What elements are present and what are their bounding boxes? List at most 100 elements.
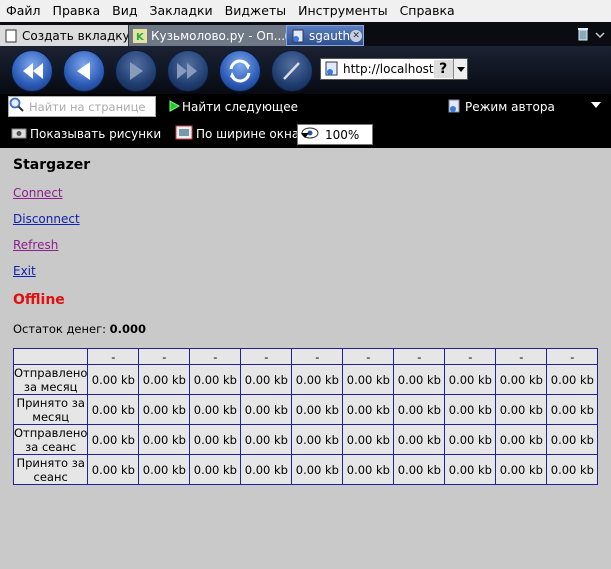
balance-value: 0.000 [109, 322, 147, 336]
forward-button[interactable] [115, 50, 157, 92]
play-arrow-icon [168, 99, 181, 115]
menu-tools[interactable]: Инструменты [292, 0, 393, 22]
table-cell: 0.00 kb [546, 424, 599, 455]
table-cell: 0.00 kb [444, 454, 497, 485]
table-row: Отправлено за сеанс 0.00 kb 0.00 kb 0.00 … [12, 424, 599, 455]
table-cell: 0.00 kb [87, 424, 140, 455]
address-dropdown-button[interactable] [452, 59, 467, 79]
tab-bar: Создать вкладку K Кузьмолово.ру - Оп... … [0, 22, 611, 46]
table-cell: 0.00 kb [240, 394, 293, 425]
table-cell: 0.00 kb [444, 394, 497, 425]
site-favicon-icon: K [133, 28, 147, 43]
table-cell: 0.00 kb [342, 394, 395, 425]
table-cell: 0.00 kb [495, 454, 548, 485]
table-cell: 0.00 kb [240, 454, 293, 485]
findbar-menu-chevron-icon[interactable] [590, 101, 602, 109]
reload-button[interactable] [219, 50, 261, 92]
menu-view[interactable]: Вид [106, 0, 143, 22]
table-corner-cell [12, 348, 89, 365]
row-label-line: сеанс [33, 469, 68, 484]
table-cell: 0.00 kb [138, 364, 191, 395]
table-cell: 0.00 kb [189, 394, 242, 425]
trash-icon[interactable] [577, 27, 589, 44]
author-mode-icon [448, 99, 462, 116]
table-cell: 0.00 kb [291, 454, 344, 485]
disconnect-link[interactable]: Disconnect [13, 212, 80, 226]
site-info-button[interactable]: ? [433, 60, 453, 78]
tab-label: sgauth [309, 28, 351, 43]
menu-widgets[interactable]: Виджеты [219, 0, 292, 22]
back-button[interactable] [63, 50, 105, 92]
fit-width-label: По ширине окна [196, 127, 300, 141]
refresh-link[interactable]: Refresh [13, 238, 58, 252]
connect-link[interactable]: Connect [13, 186, 63, 200]
address-bar[interactable]: http://localhost ? [320, 58, 468, 80]
new-tab-label: Создать вкладку [22, 28, 128, 43]
table-row: Принято за месяц 0.00 kb 0.00 kb 0.00 kb … [12, 394, 599, 425]
table-header: - [240, 348, 293, 365]
exit-link[interactable]: Exit [13, 264, 36, 278]
find-next-button[interactable]: Найти следующее [168, 97, 298, 117]
table-cell: 0.00 kb [291, 394, 344, 425]
table-cell: 0.00 kb [138, 394, 191, 425]
zoom-select[interactable]: 100% [297, 124, 373, 145]
row-label-line: Отправлено [14, 365, 88, 380]
menu-help[interactable]: Справка [394, 0, 461, 22]
close-tab-icon[interactable]: ✕ [350, 29, 363, 42]
table-cell: 0.00 kb [240, 424, 293, 455]
table-cell: 0.00 kb [342, 364, 395, 395]
fit-width-icon [175, 125, 193, 144]
row-label-line: месяц [32, 409, 70, 424]
author-mode-label: Режим автора [465, 100, 555, 114]
table-header: - [189, 348, 242, 365]
row-label: Отправлено за месяц [12, 364, 89, 395]
page-title: Stargazer [13, 157, 91, 173]
svg-text:K: K [136, 32, 145, 43]
find-next-label: Найти следующее [182, 100, 298, 114]
fast-forward-button[interactable] [167, 50, 209, 92]
edit-pen-button[interactable] [271, 50, 313, 92]
tab-label: Кузьмолово.ру - Оп... [151, 28, 286, 43]
table-cell: 0.00 kb [189, 364, 242, 395]
row-label: Принято за месяц [12, 394, 89, 425]
tab-kuzmolovo[interactable]: K Кузьмолово.ру - Оп... ✕ [128, 25, 286, 46]
traffic-table: - - - - - - - - - - Отправлено за месяц 0… [12, 348, 599, 485]
table-cell: 0.00 kb [393, 424, 446, 455]
menu-bar: Файл Правка Вид Закладки Виджеты Инструм… [0, 0, 611, 22]
menu-edit[interactable]: Правка [47, 0, 107, 22]
fit-width-button[interactable]: По ширине окна [175, 125, 299, 143]
menu-file[interactable]: Файл [0, 0, 47, 22]
table-header: - [546, 348, 599, 365]
table-cell: 0.00 kb [393, 364, 446, 395]
table-header: - [138, 348, 191, 365]
zoom-value: 100% [325, 127, 360, 142]
table-cell: 0.00 kb [342, 424, 395, 455]
table-cell: 0.00 kb [138, 454, 191, 485]
address-url[interactable]: http://localhost [343, 62, 434, 76]
rewind-button[interactable] [11, 50, 53, 92]
row-label-line: Принято за [16, 455, 85, 470]
row-label-line: за сеанс [25, 439, 77, 454]
table-cell: 0.00 kb [495, 424, 548, 455]
table-cell: 0.00 kb [495, 394, 548, 425]
row-label-line: Отправлено [14, 425, 88, 440]
table-header: - [495, 348, 548, 365]
table-header: - [444, 348, 497, 365]
show-images-button[interactable]: Показывать рисунки [11, 126, 161, 142]
author-mode-button[interactable]: Режим автора [448, 97, 555, 117]
table-cell: 0.00 kb [87, 364, 140, 395]
menu-bookmarks[interactable]: Закладки [143, 0, 218, 22]
table-row: Принято за сеанс 0.00 kb 0.00 kb 0.00 kb … [12, 454, 599, 485]
tab-menu-chevron-icon[interactable] [595, 28, 605, 42]
table-cell: 0.00 kb [546, 394, 599, 425]
tab-sgauth[interactable]: sgauth ✕ [286, 25, 364, 46]
new-page-icon [4, 29, 18, 43]
table-cell: 0.00 kb [189, 424, 242, 455]
search-icon [9, 97, 25, 116]
table-header: - [342, 348, 395, 365]
show-images-label: Показывать рисунки [30, 127, 162, 141]
new-tab-button[interactable]: Создать вкладку [0, 25, 128, 46]
camera-icon [11, 127, 27, 142]
find-input[interactable]: Найти на странице [8, 96, 156, 117]
table-row: Отправлено за месяц 0.00 kb 0.00 kb 0.00 … [12, 364, 599, 395]
